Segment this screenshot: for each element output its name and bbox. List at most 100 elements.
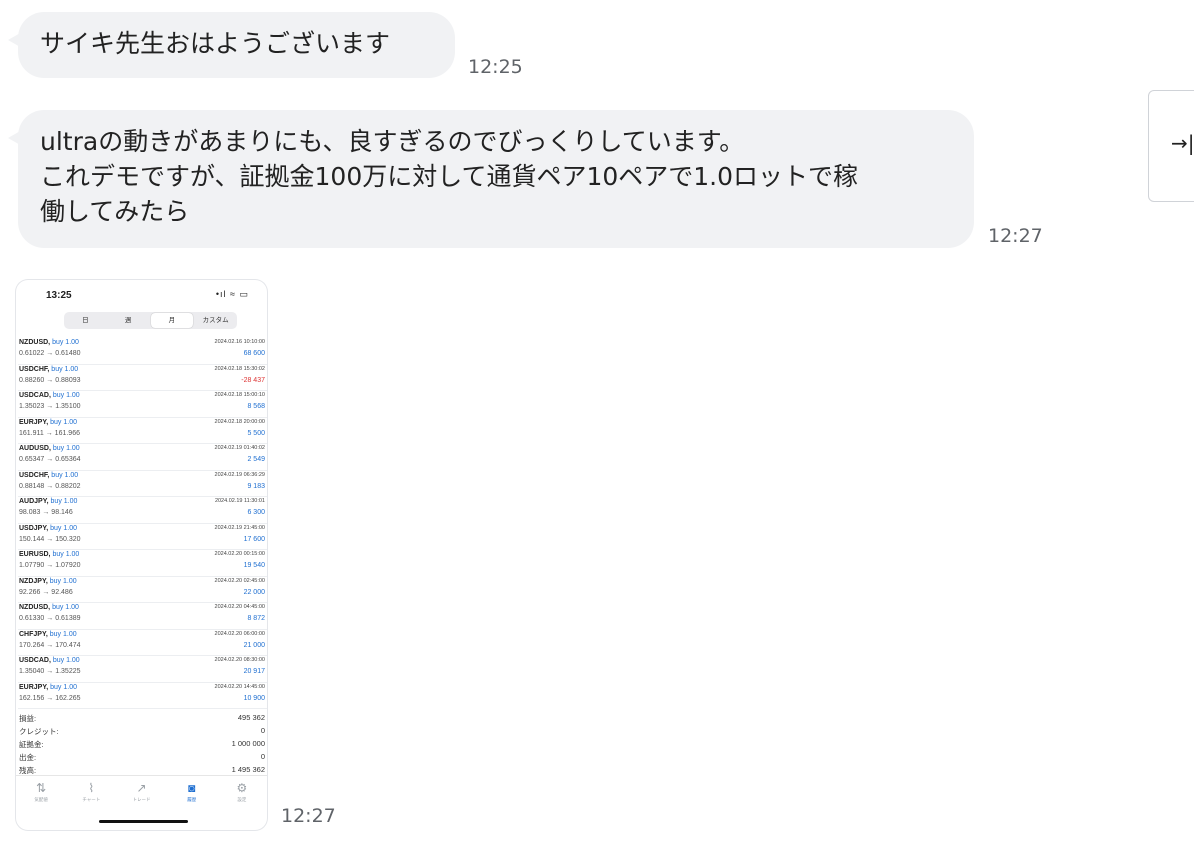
trade-profit: 8 872 — [247, 615, 265, 622]
trade-pair: AUDJPY, buy 1.00 — [19, 498, 77, 505]
trade-side: buy 1.00 — [51, 365, 79, 373]
trade-row: AUDJPY, buy 1.00 98.083 → 98.146 2024.02.1… — [18, 497, 267, 524]
trade-side: buy 1.00 — [50, 498, 78, 505]
trade-date: 2024.02.19 06:36:29 — [214, 471, 265, 478]
trade-symbol: NZDUSD, — [19, 339, 51, 346]
trade-date: 2024.02.20 00:15:00 — [214, 551, 265, 557]
trade-symbol: EURJPY, — [19, 683, 49, 691]
tab-icon: ↗ — [136, 781, 147, 795]
trade-prices: 92.266 → 92.486 — [19, 588, 73, 596]
trade-profit: 5 500 — [247, 429, 265, 437]
trade-pair: AUDUSD, buy 1.00 — [19, 445, 80, 452]
summary-row: 損益: 495 362 — [18, 712, 267, 725]
trade-profit: 22 000 — [243, 588, 265, 596]
summary-row: クレジット: 0 — [18, 725, 267, 738]
message-timestamp: 12:25 — [468, 56, 523, 78]
status-time: 13:25 — [46, 290, 72, 301]
trade-symbol: AUDJPY, — [19, 498, 49, 505]
summary-label: クレジット: — [19, 727, 59, 736]
trade-date: 2024.02.16 10:10:00 — [214, 339, 265, 345]
trade-prices: 150.144 → 150.320 — [19, 535, 81, 543]
trade-prices: 98.083 → 98.146 — [19, 509, 73, 516]
trade-symbol: AUDUSD, — [19, 445, 51, 452]
trade-row: EURJPY, buy 1.00 161.911 → 161.966 2024.02… — [18, 418, 267, 444]
trade-profit: 19 540 — [243, 562, 265, 569]
message-bubble: ultraの動きがあまりにも、良すぎるのでびっくりしています。 これデモですが、… — [8, 110, 974, 248]
trade-date: 2024.02.18 15:30:02 — [214, 365, 265, 372]
tab-label: 設定 — [237, 797, 247, 802]
trade-prices: 0.61022 → 0.61480 — [19, 350, 81, 357]
trade-date: 2024.02.18 20:00:00 — [214, 418, 265, 425]
trade-date: 2024.02.20 08:30:00 — [214, 657, 265, 663]
message-timestamp: 12:27 — [988, 225, 1043, 247]
trade-symbol: NZDJPY, — [19, 577, 48, 585]
trade-prices: 162.156 → 162.265 — [19, 694, 81, 702]
trade-pair: USDJPY, buy 1.00 — [19, 525, 77, 532]
tab-icon: ⚙ — [236, 781, 248, 795]
trade-row: USDJPY, buy 1.00 150.144 → 150.320 2024.02… — [18, 524, 267, 550]
segment-week: 週 — [124, 317, 132, 324]
tab-item: ⌇ チャート — [66, 776, 116, 816]
trade-side: buy 1.00 — [50, 683, 77, 691]
trade-prices: 170.264 → 170.474 — [19, 641, 81, 649]
tab-icon: ⌇ — [88, 781, 95, 795]
trade-date: 2024.02.19 01:40:02 — [214, 445, 265, 451]
tab-label: 履歴 — [187, 797, 197, 802]
trade-profit: -28 437 — [241, 376, 265, 384]
trade-prices: 0.61330 → 0.61389 — [19, 615, 81, 622]
tab-item: ↗ トレード — [116, 776, 166, 816]
segment-month: 月 — [150, 313, 194, 328]
status-icons: •ıl ≈ ▭ — [215, 289, 249, 299]
trade-row: EURJPY, buy 1.00 162.156 → 162.265 2024.02… — [18, 683, 267, 709]
trade-date: 2024.02.20 06:00:00 — [214, 630, 265, 637]
tab-label: 気配値 — [34, 797, 48, 802]
trade-row: USDCHF, buy 1.00 0.88260 → 0.88093 2024.02… — [18, 365, 267, 391]
trade-side: buy 1.00 — [50, 418, 77, 426]
trade-pair: EURJPY, buy 1.00 — [19, 419, 77, 426]
period-segmented-control: 日 週 月 カスタム — [64, 312, 237, 329]
tab-icon: ⇅ — [36, 781, 47, 795]
arrow-to-right-icon: →| — [1171, 131, 1194, 155]
trade-profit: 9 183 — [247, 482, 265, 490]
trade-symbol: CHFJPY, — [19, 630, 48, 638]
trade-date: 2024.02.18 15:00:10 — [214, 392, 265, 398]
summary-row: 証拠金: 1 000 000 — [18, 738, 267, 751]
tab-item: ⚙ 設定 — [217, 776, 267, 816]
attached-image[interactable]: 13:25 •ıl ≈ ▭ 日 週 月 カスタム NZDUSD, buy 1.0… — [16, 280, 267, 830]
message-text: ultraの動きがあまりにも、良すぎるのでびっくりしています。 これデモですが、… — [40, 127, 859, 226]
summary-value: 0 — [260, 752, 265, 761]
summary-value: 1 495 362 — [231, 765, 265, 774]
trade-side: buy 1.00 — [52, 604, 79, 611]
trade-symbol: USDCHF, — [19, 471, 50, 479]
image-timestamp: 12:27 — [281, 805, 336, 827]
collapse-panel-button[interactable]: →| — [1148, 90, 1194, 202]
summary-label: 証拠金: — [19, 740, 44, 749]
trade-symbol: USDJPY, — [19, 524, 49, 532]
summary-value: 0 — [260, 726, 265, 735]
trade-symbol: EURUSD, — [19, 551, 51, 558]
trade-pair: NZDUSD, buy 1.00 — [19, 604, 79, 611]
summary-value: 1 000 000 — [231, 739, 265, 748]
tab-label: トレード — [132, 797, 151, 802]
trade-prices: 1.35023 → 1.35100 — [19, 403, 81, 410]
trade-profit: 2 549 — [247, 456, 265, 463]
trade-side: buy 1.00 — [51, 471, 79, 479]
trade-pair: EURJPY, buy 1.00 — [19, 684, 77, 691]
trade-row: EURUSD, buy 1.00 1.07790 → 1.07920 2024.02… — [18, 550, 267, 577]
trade-symbol: USDCHF, — [19, 365, 50, 373]
summary-value: 495 362 — [237, 713, 265, 722]
summary-label: 損益: — [19, 714, 37, 723]
trade-profit: 21 000 — [243, 641, 265, 649]
trade-date: 2024.02.19 21:45:00 — [214, 524, 265, 531]
account-summary: 損益: 495 362 クレジット: 0 証拠金: 1 000 000 出金: 0 残高: 1 4… — [18, 712, 267, 777]
message-bubble: サイキ先生おはようございます — [8, 12, 455, 78]
trade-profit: 6 300 — [247, 509, 265, 516]
trade-pair: USDCHF, buy 1.00 — [19, 366, 78, 373]
tab-bar: ⇅ 気配値 ⌇ チャート ↗ トレード ◙ 履歴 ⚙ 設定 — [16, 775, 267, 816]
tab-item: ◙ 履歴 — [167, 776, 217, 816]
trade-side: buy 1.00 — [49, 577, 77, 585]
trade-profit: 10 900 — [243, 694, 265, 702]
trade-prices: 1.07790 → 1.07920 — [19, 562, 81, 569]
trade-prices: 1.35040 → 1.35225 — [19, 668, 81, 675]
trade-profit: 68 600 — [243, 350, 265, 357]
